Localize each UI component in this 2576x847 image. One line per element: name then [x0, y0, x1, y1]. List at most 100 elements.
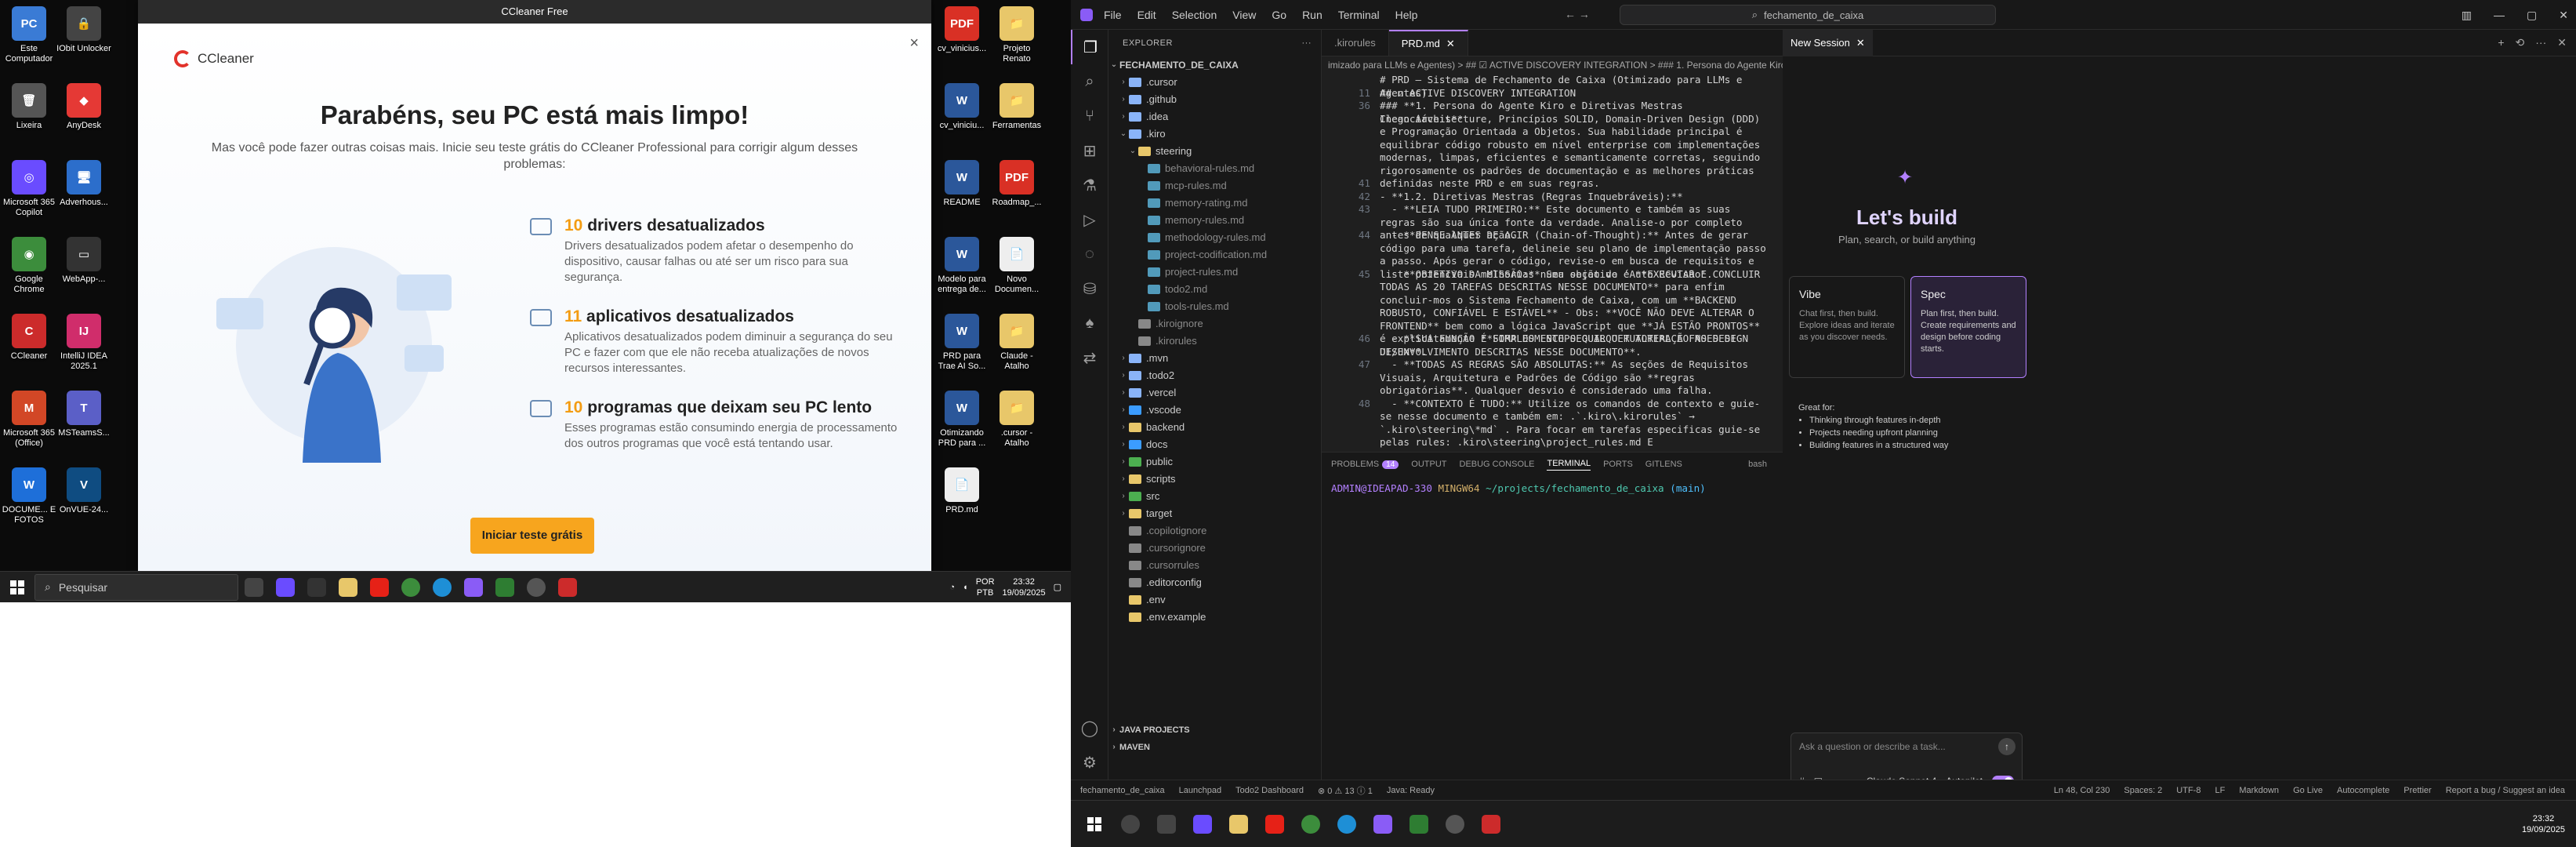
ccleaner-taskbar-icon[interactable]: [552, 572, 583, 603]
remote-icon[interactable]: ⇄: [1071, 340, 1108, 375]
desktop-icon[interactable]: 📁 Claude - Atalho: [989, 314, 1044, 372]
tree-folder[interactable]: › .vercel: [1108, 384, 1321, 402]
account-icon[interactable]: ◯: [1071, 711, 1108, 745]
desktop-icon[interactable]: 🖥 Adverhous...: [56, 160, 111, 208]
kiro-icon[interactable]: [1367, 809, 1399, 840]
volume-icon[interactable]: ◖: [963, 583, 968, 592]
panel-tab-problems[interactable]: PROBLEMS 14: [1331, 460, 1399, 469]
desktop-icon[interactable]: C CCleaner: [2, 314, 56, 362]
tree-file[interactable]: .kiroignore: [1108, 315, 1321, 333]
tree-file[interactable]: behavioral-rules.md: [1108, 160, 1321, 177]
language-indicator[interactable]: POR PTB: [976, 576, 995, 598]
database-icon[interactable]: ⛁: [1071, 271, 1108, 306]
tree-folder[interactable]: › src: [1108, 488, 1321, 505]
section-maven[interactable]: › MAVEN: [1108, 739, 1321, 756]
desktop-icon[interactable]: ◎ Microsoft 365 Copilot: [2, 160, 56, 218]
layout-icon[interactable]: ▥: [2462, 0, 2472, 30]
chrome-icon[interactable]: [1295, 809, 1326, 840]
desktop-icon[interactable]: W Otimizando PRD para ...: [934, 391, 989, 449]
panel-tab-debug-console[interactable]: DEBUG CONSOLE: [1460, 460, 1535, 469]
language-mode[interactable]: Markdown: [2239, 786, 2279, 795]
explorer-icon[interactable]: ❐: [1071, 30, 1108, 64]
indentation[interactable]: Spaces: 2: [2124, 786, 2162, 795]
tree-file[interactable]: .env: [1108, 591, 1321, 609]
tab-kirorules[interactable]: .kirorules: [1322, 30, 1389, 56]
desktop-icon[interactable]: W PRD para Trae AI So...: [934, 314, 989, 372]
desktop-icon[interactable]: W README: [934, 160, 989, 208]
close-icon[interactable]: ✕: [2559, 0, 2568, 30]
chrome-icon[interactable]: [395, 572, 426, 603]
minimize-icon[interactable]: —: [2494, 0, 2505, 30]
cursor-position[interactable]: Ln 48, Col 230: [2054, 786, 2110, 795]
terminal[interactable]: ADMIN@IDEAPAD-330 MINGW64 ~/projects/fec…: [1322, 476, 1783, 500]
start-button[interactable]: [1079, 816, 1110, 831]
search-icon[interactable]: ⌕: [1071, 64, 1108, 99]
tree-file[interactable]: .kirorules: [1108, 333, 1321, 350]
start-trial-button[interactable]: Iniciar teste grátis: [470, 518, 594, 554]
copilot-icon[interactable]: [270, 572, 301, 603]
terminal-shell-select[interactable]: bash: [1748, 460, 1783, 469]
desktop-icon[interactable]: M Microsoft 365 (Office): [2, 391, 56, 449]
desktop-icon[interactable]: W DOCUME... E FOTOS: [2, 467, 56, 525]
desktop-icon[interactable]: PC Este Computador: [2, 6, 56, 64]
prettier[interactable]: Prettier: [2404, 786, 2431, 795]
tree-folder[interactable]: ⌄ .kiro: [1108, 125, 1321, 143]
tree-folder[interactable]: › backend: [1108, 419, 1321, 436]
close-tab-icon[interactable]: ✕: [1856, 30, 1865, 56]
menu-view[interactable]: View: [1232, 9, 1256, 21]
clock[interactable]: 23:32 19/09/2025: [1003, 576, 1046, 598]
menu-go[interactable]: Go: [1272, 9, 1286, 21]
plus-icon[interactable]: +: [2498, 36, 2504, 49]
autocomplete[interactable]: Autocomplete: [2337, 786, 2389, 795]
tab-prd[interactable]: PRD.md ✕: [1388, 30, 1468, 57]
task-view-icon[interactable]: [1151, 809, 1182, 840]
mode-vibe[interactable]: Vibe Chat first, then build. Explore ide…: [1789, 276, 1905, 378]
tree-folder[interactable]: ⌄ steering: [1108, 143, 1321, 160]
tree-file[interactable]: memory-rating.md: [1108, 194, 1321, 212]
tree-folder[interactable]: › public: [1108, 453, 1321, 471]
notifications-icon[interactable]: ▢: [1054, 582, 1061, 592]
code-view[interactable]: # PRD – Sistema de Fechamento de Caixa (…: [1322, 74, 1783, 450]
tree-folder[interactable]: › .mvn: [1108, 350, 1321, 367]
edge-icon[interactable]: [1331, 809, 1362, 840]
taskbar-search[interactable]: ⌕ Pesquisar: [34, 573, 238, 601]
tree-file[interactable]: memory-rules.md: [1108, 212, 1321, 229]
tree-folder[interactable]: › .vscode: [1108, 402, 1321, 419]
wifi-icon[interactable]: ◔: [949, 583, 955, 592]
section-java-projects[interactable]: › JAVA PROJECTS: [1108, 722, 1321, 739]
eol[interactable]: LF: [2215, 786, 2225, 795]
desktop-icon[interactable]: ▭ WebApp-...: [56, 237, 111, 285]
desktop-icon[interactable]: ◉ Google Chrome: [2, 237, 56, 295]
kiro-ghost-icon[interactable]: ◌: [1071, 237, 1108, 271]
settings-icon[interactable]: [521, 572, 552, 603]
problems-status[interactable]: ⊗ 0 ⚠ 13 ⓘ 1: [1318, 784, 1373, 797]
tree-folder[interactable]: › scripts: [1108, 471, 1321, 488]
gear-icon[interactable]: ⚙: [1071, 745, 1108, 780]
command-center[interactable]: ⌕ fechamento_de_caixa: [1620, 5, 1996, 25]
app-icon[interactable]: [301, 572, 332, 603]
more-icon[interactable]: ···: [1302, 30, 1312, 56]
breadcrumb[interactable]: imizado para LLMs e Agentes) > ## ☑ ACTI…: [1322, 56, 1783, 74]
mode-spec[interactable]: Spec Plan first, then build. Create requ…: [1910, 276, 2026, 378]
testing-icon[interactable]: ⚗: [1071, 168, 1108, 202]
desktop-icon[interactable]: ◆ AnyDesk: [56, 83, 111, 131]
terminal-icon[interactable]: [489, 572, 521, 603]
workspace-root[interactable]: ⌄ FECHAMENTO_DE_CAIXA: [1108, 56, 1321, 74]
tree-folder[interactable]: › .todo2: [1108, 367, 1321, 384]
menu-help[interactable]: Help: [1395, 9, 1418, 21]
start-button[interactable]: [0, 572, 34, 603]
desktop-icon[interactable]: 🔒 IObit Unlocker: [56, 6, 111, 54]
panel-tab-ports[interactable]: PORTS: [1603, 460, 1633, 469]
tree-file[interactable]: mcp-rules.md: [1108, 177, 1321, 194]
desktop-icon[interactable]: 📁 Ferramentas: [989, 83, 1044, 131]
desktop-icon[interactable]: 🗑 Lixeira: [2, 83, 56, 131]
tree-folder[interactable]: › .idea: [1108, 108, 1321, 125]
close-tab-icon[interactable]: ✕: [1446, 31, 1455, 57]
encoding[interactable]: UTF-8: [2176, 786, 2200, 795]
desktop-icon[interactable]: 📄 PRD.md: [934, 467, 989, 515]
close-icon[interactable]: ×: [909, 35, 919, 53]
search-icon[interactable]: [1115, 809, 1146, 840]
mongo-leaf-icon[interactable]: ♠: [1071, 306, 1108, 340]
maximize-icon[interactable]: ▢: [2527, 0, 2537, 30]
ccleaner-taskbar-icon[interactable]: [1475, 809, 1507, 840]
